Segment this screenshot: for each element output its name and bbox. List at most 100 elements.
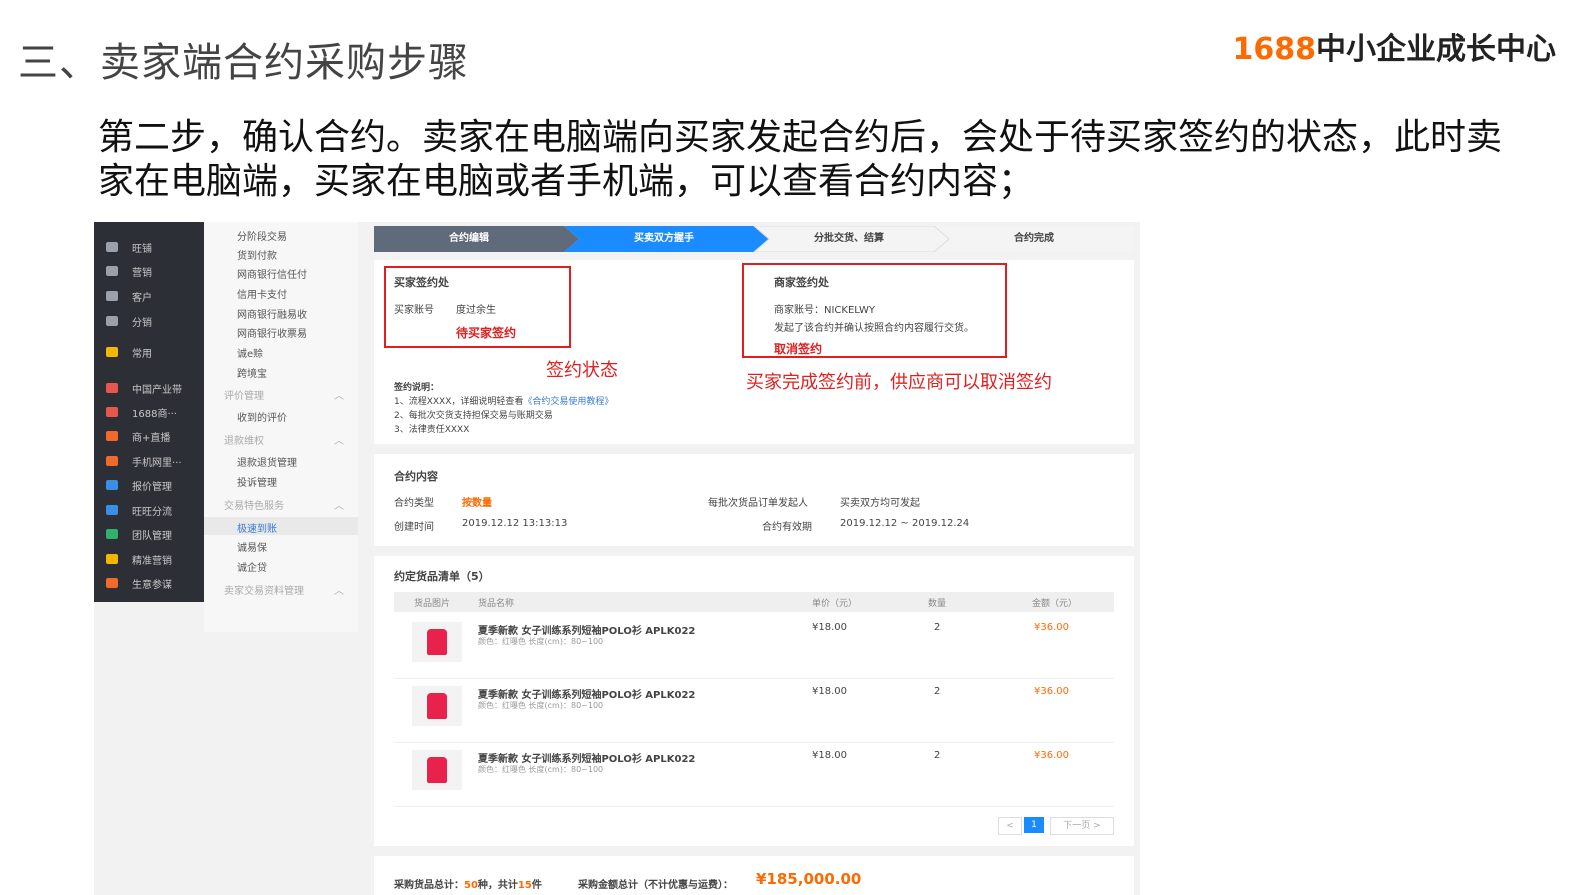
nav-item-label: 商+直播 [132, 432, 171, 444]
nav-item[interactable]: 分销 [94, 310, 204, 332]
nav-item[interactable]: 报价管理 [94, 474, 204, 496]
goods-title: 约定货品清单（5） [394, 570, 490, 583]
submenu-item[interactable]: 投诉管理 [237, 474, 277, 489]
submenu-group-refund[interactable]: 退款维权 ︿ [224, 432, 344, 447]
submenu-item[interactable]: 跨境宝 [237, 365, 267, 380]
unit-price: ¥18.00 [812, 750, 847, 761]
slide-description: 第二步，确认合约。卖家在电脑端向买家发起合约后，会处于待买家签约的状态，此时卖家… [98, 117, 1503, 202]
nav-item[interactable]: 商+直播 [94, 425, 204, 447]
explain-title: 签约说明： [394, 383, 440, 393]
submenu-item[interactable]: 诚e赊 [237, 345, 263, 360]
annotation-sign-status: 签约状态 [546, 360, 618, 381]
product-thumbnail[interactable] [412, 750, 462, 790]
submenu-item[interactable]: 退款退货管理 [237, 454, 297, 469]
nav-item[interactable]: 旺铺 [94, 236, 204, 258]
col-qty: 数量 [928, 599, 947, 609]
buyer-account-label: 买家账号 [394, 305, 434, 316]
nav-item-label: 团队管理 [132, 530, 172, 542]
next-page-button[interactable]: 下一页 > [1050, 817, 1114, 835]
tutorial-link[interactable]: 《合约交易使用教程》 [523, 397, 613, 407]
page-1-button[interactable]: 1 [1024, 817, 1044, 833]
product-spec: 颜色：红曝色 长度(cm)：80~100 [478, 701, 604, 710]
star-icon [106, 347, 118, 357]
nav-item[interactable]: 营销 [94, 260, 204, 282]
shirt-image [427, 629, 447, 655]
nav-item-label: 客户 [132, 292, 152, 304]
goods-table: 货品图片 货品名称 单价（元） 数量 金额（元） 夏季新款 女子训练系列短袖PO… [374, 592, 1134, 846]
buyer-title: 买家签约处 [394, 276, 449, 289]
annotation-cancel-note: 买家完成签约前，供应商可以取消签约 [746, 372, 1052, 393]
submenu-group-data[interactable]: 卖家交易资料管理 ︿ [224, 582, 344, 597]
amount: ¥36.00 [1034, 750, 1069, 761]
sign-panel: 买家签约处 买家账号 度过余生 待买家签约 商家签约处 商家账号：NICKELW… [374, 260, 1134, 444]
submenu-item[interactable]: 诚易保 [237, 539, 267, 554]
table-row: 夏季新款 女子训练系列短袖POLO衫 APLK022 颜色：红曝色 长度(cm)… [394, 616, 1114, 679]
chevron-up-icon: ︿ [334, 436, 344, 447]
explain-line-2: 2、每批次交货支持担保交易与账期交易 [394, 411, 553, 421]
product-thumbnail[interactable] [412, 622, 462, 662]
prev-page-button[interactable]: < [998, 817, 1022, 835]
nav-item[interactable]: 中国产业带 [94, 377, 204, 399]
col-name: 货品名称 [478, 599, 515, 609]
seller-account: 商家账号：NICKELWY [774, 305, 875, 316]
contract-panel: 合约内容 合约类型 按数量 每批次货品订单发起人 买卖双方均可发起 创建时间 2… [374, 454, 1134, 546]
nav-item[interactable]: 团队管理 [94, 523, 204, 545]
submenu-item-active[interactable]: 极速到账 [237, 520, 277, 535]
nav-item-label: 常用 [132, 348, 152, 360]
product-spec: 颜色：红曝色 长度(cm)：80~100 [478, 637, 604, 646]
product-name[interactable]: 夏季新款 女子训练系列短袖POLO衫 APLK022 [478, 622, 695, 637]
table-header: 货品图片 货品名称 单价（元） 数量 金额（元） [394, 592, 1114, 612]
nav-item[interactable]: 客户 [94, 285, 204, 307]
nav-item[interactable]: 精准营销 [94, 548, 204, 570]
step-1: 合约编辑 [449, 233, 489, 244]
table-row: 夏季新款 女子训练系列短袖POLO衫 APLK022 颜色：红曝色 长度(cm)… [394, 744, 1114, 807]
explain-text: 1、流程XXXX，详细说明轻查看 [394, 397, 524, 407]
submenu-item[interactable]: 网商银行收票易 [237, 325, 307, 340]
quantity: 2 [934, 686, 941, 697]
nav-item-label: 生意参谋 [132, 579, 172, 591]
submenu-group-review[interactable]: 评价管理 ︿ [224, 387, 344, 402]
goods-panel: 约定货品清单（5） 货品图片 货品名称 单价（元） 数量 金额（元） 夏季新款 … [374, 556, 1134, 846]
order-initiator-label: 每批次货品订单发起人 [708, 498, 808, 509]
product-name[interactable]: 夏季新款 女子训练系列短袖POLO衫 APLK022 [478, 686, 695, 701]
submenu-item[interactable]: 货到付款 [237, 247, 277, 262]
explain-line-1: 1、流程XXXX，详细说明轻查看《合约交易使用教程》 [394, 394, 613, 407]
pieces-count: 15 [517, 880, 532, 891]
kinds-unit: 种，共计 [477, 880, 518, 891]
nav-item[interactable]: 生意参谋 [94, 572, 204, 594]
product-thumbnail[interactable] [412, 686, 462, 726]
nav-item[interactable]: 手机网里··· [94, 450, 204, 472]
submenu-item[interactable]: 信用卡支付 [237, 286, 287, 301]
chevron-up-icon: ︿ [334, 501, 344, 512]
explain-line-3: 3、法律责任XXXX [394, 425, 470, 435]
submenu-item[interactable]: 分阶段交易 [237, 228, 287, 243]
screenshot-panel: 旺铺 营销客户分销常用中国产业带 1688商··· 商+直播手机网里··· 报价管理旺旺… [94, 222, 1140, 895]
col-image: 货品图片 [414, 599, 451, 609]
submenu-item[interactable]: 诚企贷 [237, 559, 267, 574]
phone-icon [106, 456, 118, 466]
unit-price: ¥18.00 [812, 622, 847, 633]
quote-icon [106, 480, 118, 490]
nav-item[interactable]: 旺旺分流 [94, 499, 204, 521]
submenu-group-trade[interactable]: 交易特色服务 ︿ [224, 497, 344, 512]
submenu-item[interactable]: 收到的评价 [237, 409, 287, 424]
nav-item-label: 中国产业带 [132, 384, 182, 396]
nav-item[interactable]: 1688商··· [94, 401, 204, 423]
sub-menu: 分阶段交易 货到付款 网商银行信任付 信用卡支付 网商银行融易收 网商银行收票易… [204, 222, 358, 632]
submenu-item[interactable]: 网商银行融易收 [237, 306, 307, 321]
cancel-sign-button[interactable]: 取消签约 [774, 340, 822, 357]
nav-item-label: 手机网里··· [132, 457, 182, 469]
slide-title: 三、卖家端合约采购步骤 [18, 40, 469, 86]
contract-main: 合约编辑 买卖双方握手 分批交货、结算 合约完成 买家签约处 买家账号 度过余生… [374, 222, 1134, 895]
summary-goods: 采购货品总计：50种，共计15件 [394, 876, 542, 891]
submenu-item[interactable]: 网商银行信任付 [237, 266, 307, 281]
amount: ¥36.00 [1034, 686, 1069, 697]
user-icon [106, 291, 118, 301]
product-name[interactable]: 夏季新款 女子训练系列短袖POLO衫 APLK022 [478, 750, 695, 765]
contract-type-value: 按数量 [462, 498, 492, 509]
nav-item-label: 1688商··· [132, 408, 177, 420]
nav-item[interactable]: 常用 [94, 341, 204, 363]
buyer-status: 待买家签约 [456, 326, 517, 340]
chat-icon [106, 505, 118, 515]
nav-item-label: 分销 [132, 317, 152, 329]
